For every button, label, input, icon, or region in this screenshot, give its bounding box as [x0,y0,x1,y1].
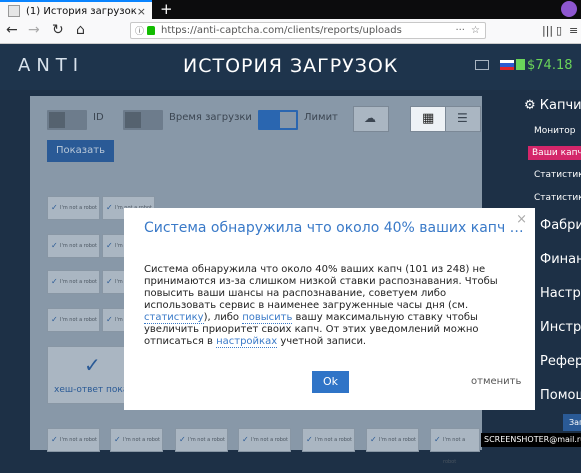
wallet-icon [516,59,525,70]
statistics-link[interactable]: статистику [144,312,204,324]
notification-modal: × Система обнаружила что около 40% ваших… [124,208,535,410]
request-button[interactable]: Запрос [563,414,581,431]
library-icon[interactable]: ||| [542,24,553,37]
page-actions-icon[interactable]: ··· [455,23,465,38]
captcha-tile[interactable]: I'm not a robot [175,428,228,452]
captcha-tile[interactable]: I'm not a robot [302,428,355,452]
tab-title: (1) История загрузок [26,6,137,17]
back-arrow-icon[interactable]: ← [6,22,18,38]
sidebar-item-statistics-2[interactable]: Статистика [534,193,581,203]
captcha-tile[interactable]: I'm not a robot [47,196,100,220]
grid-icon: ▦ [422,111,435,126]
captcha-tile[interactable]: I'm not a robot [238,428,291,452]
account-settings-link[interactable]: настройках [216,336,278,348]
list-icon: ☰ [457,111,468,125]
browser-tab-bar: (1) История загрузок × + [0,0,581,19]
lock-icon [147,26,155,35]
browser-nav-bar: ← → ↻ ⌂ ⓘ https://anti-captcha.com/clien… [0,19,581,44]
sidebar-section-factory[interactable]: Фабрика [540,218,581,233]
info-icon[interactable]: ⓘ [135,25,144,40]
checkmark-icon: ✓ [84,353,101,377]
captcha-tile[interactable]: I'm not a robot [47,428,100,452]
id-label: ID [93,112,104,123]
favicon-icon [8,5,20,17]
page-title: ИСТОРИЯ ЗАГРУЗОК [183,55,399,77]
reload-icon[interactable]: ↻ [52,22,64,38]
home-icon[interactable]: ⌂ [76,22,85,38]
captcha-tile[interactable]: I'm not a robot [110,428,163,452]
hash-answer-tile[interactable]: ✓ хеш-ответ показ [47,346,135,404]
balance[interactable]: $74.18 [527,58,573,73]
sidebar-captchas-heading[interactable]: ⚙ Капчи [524,98,581,113]
sidebar-section-tools[interactable]: Инструменты [540,320,581,335]
sidebar-section-referrals[interactable]: Рефералы [540,354,581,369]
list-view-button[interactable]: ☰ [445,106,481,132]
limit-label: Лимит [304,112,338,123]
captcha-tile[interactable]: I'm not a robot [47,234,100,258]
sidebar-item-statistics[interactable]: Статистика [534,170,581,180]
menu-icon[interactable]: ≡ [569,24,578,37]
ok-button[interactable]: Ok [312,371,349,393]
hash-answer-label: хеш-ответ показ [54,385,134,395]
screenshoter-watermark: SCREENSHOTER@mail.ru [481,433,581,447]
url-bar[interactable]: ⓘ https://anti-captcha.com/clients/repor… [130,22,486,39]
sidebar-item-monitor[interactable]: Монитор [534,126,575,136]
captcha-tile[interactable]: I'm not a robot [47,270,100,294]
sidebar-section-help[interactable]: Помощь [540,388,581,403]
forward-arrow-icon[interactable]: → [28,22,40,38]
id-toggle[interactable] [47,110,87,130]
anti-logo[interactable]: ANTI [18,55,84,76]
upload-cloud-button[interactable]: ☁ [353,106,389,132]
captcha-tile[interactable]: I'm not a robot [366,428,419,452]
mail-icon[interactable] [475,60,489,70]
show-button[interactable]: Показать [47,140,114,162]
browser-tab[interactable]: (1) История загрузок × [0,0,152,19]
limit-toggle[interactable] [258,110,298,130]
new-tab-button[interactable]: + [160,0,173,19]
russian-flag-icon[interactable] [500,60,514,70]
raise-bid-link[interactable]: повысить [242,312,293,324]
cloud-icon: ☁ [364,111,376,125]
sidebar-section-settings[interactable]: Настройки [540,286,581,301]
sidebar-icon[interactable]: ▯ [556,24,562,37]
modal-body: Система обнаружила что около 40% ваших к… [144,264,498,348]
cancel-button[interactable]: отменить [471,376,521,387]
upload-time-label: Время загрузки [169,112,252,123]
sidebar-item-your-captchas[interactable]: Ваши капчи [528,146,581,160]
captcha-tile[interactable]: I'm not a robot [47,308,100,332]
grid-view-button[interactable]: ▦ [410,106,446,132]
captcha-tile[interactable]: I'm not a robot [430,428,480,465]
bookmark-star-icon[interactable]: ☆ [471,23,480,38]
extension-icon[interactable] [561,1,577,17]
app-header: ANTI ИСТОРИЯ ЗАГРУЗОК $74.18 [0,44,581,90]
upload-time-toggle[interactable] [123,110,163,130]
sidebar-section-finance[interactable]: Финансы [540,252,581,267]
modal-title: Система обнаружила что около 40% ваших к… [144,220,524,236]
url-text: https://anti-captcha.com/clients/reports… [161,25,402,36]
